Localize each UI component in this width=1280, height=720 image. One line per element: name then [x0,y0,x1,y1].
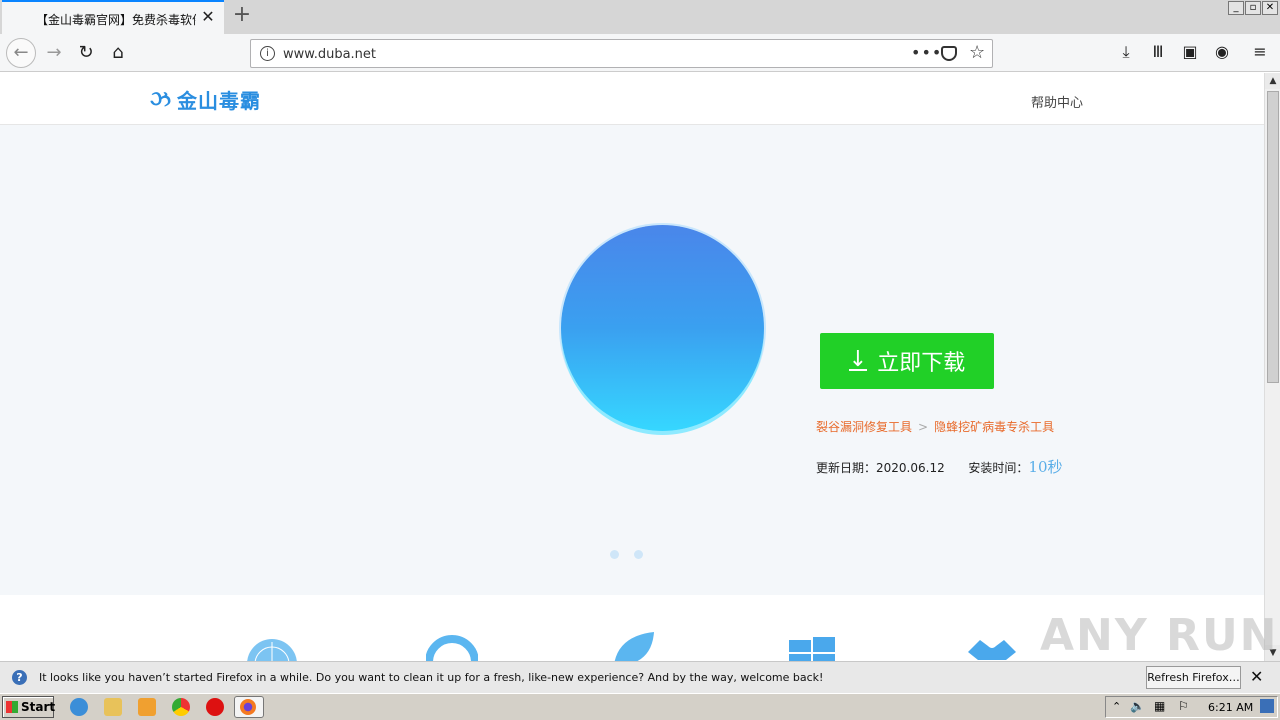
chrome-icon[interactable] [172,698,190,716]
downloads-icon[interactable]: ⤓ [1114,40,1138,64]
reload-button[interactable]: ↻ [72,39,100,67]
notification-bar: ? It looks like you haven’t started Fire… [0,661,1280,693]
tab-close-icon[interactable]: ✕ [200,9,216,25]
network-icon[interactable]: ▦ [1154,699,1165,713]
leaf-icon [614,632,654,661]
download-label: 立即下载 [877,351,966,376]
pocket-icon[interactable] [941,46,957,61]
hero-banner: ↓ 立即下载 裂谷漏洞修复工具 > 隐蜂挖矿病毒专杀工具 更新日期：2020.06.… [0,125,1264,595]
new-tab-button[interactable]: + [230,4,254,28]
nav-bar: ← → ↻ ⌂ i www.duba.net ••• ☆ ⤓ Ⅲ ▣ ◉ ≡ [0,34,1280,72]
site-header: ઝ 金山毒霸 帮助中心 [0,73,1264,125]
tool-link-2[interactable]: 隐蜂挖矿病毒专杀工具 [934,420,1054,434]
url-text[interactable]: www.duba.net [283,47,376,62]
minimize-button[interactable]: _ [1228,1,1244,15]
carousel-dot-2[interactable] [634,550,643,559]
back-button[interactable]: ← [6,38,36,68]
start-button[interactable]: Start [2,696,56,718]
update-date: 2020.06.12 [876,461,945,475]
tab-title: 【金山毒霸官网】免费杀毒软件|E [36,13,196,27]
start-label: Start [21,700,56,714]
carousel-dot-1[interactable] [610,550,619,559]
version-info: 更新日期：2020.06.12 安装时间：10秒 [816,456,1063,477]
question-icon: ? [12,670,27,685]
ie-icon[interactable] [70,698,88,716]
action-center-flag-icon[interactable]: ⚐ [1178,699,1189,713]
scroll-up-icon[interactable]: ▲ [1265,73,1280,89]
radar-icon [247,639,297,661]
notification-message: It looks like you haven’t started Firefo… [39,671,824,684]
link-separator: > [918,420,929,434]
product-orb-graphic [561,225,764,431]
windows-icon [789,637,835,661]
tool-link-1[interactable]: 裂谷漏洞修复工具 [816,420,912,434]
page-actions-button[interactable]: ••• [911,43,942,62]
show-desktop-icon[interactable] [1260,699,1274,713]
sidebar-icon[interactable]: ▣ [1178,40,1202,64]
windows-flag-icon [6,701,18,713]
library-icon[interactable]: Ⅲ [1146,40,1170,64]
tab-strip: 【金山毒霸官网】免费杀毒软件|E ✕ + _ ▫ ✕ [0,0,1280,34]
page-scrollbar[interactable]: ▲ ▼ [1264,73,1280,661]
url-bar[interactable]: i www.duba.net ••• ☆ [250,39,993,68]
site-logo[interactable]: ઝ 金山毒霸 [150,85,261,113]
forward-button[interactable]: → [40,39,68,67]
bookmark-star-icon[interactable]: ☆ [969,42,985,63]
tool-links: 裂谷漏洞修复工具 > 隐蜂挖矿病毒专杀工具 [816,418,1054,435]
firefox-icon [240,699,256,715]
clock[interactable]: 6:21 AM [1208,701,1253,714]
tray-expand-icon[interactable]: ⌃ [1112,700,1121,713]
install-label: 安装时间： [968,461,1029,475]
refresh-firefox-button[interactable]: Refresh Firefox… [1146,666,1241,689]
taskbar: Start ⌃ 🔈 ▦ ⚐ 6:21 AM [0,693,1280,720]
notification-close-icon[interactable]: ✕ [1250,667,1263,686]
scroll-thumb[interactable] [1267,91,1279,383]
logo-text: 金山毒霸 [177,88,261,113]
restore-button[interactable]: ▫ [1245,1,1261,15]
home-button[interactable]: ⌂ [104,39,132,67]
opera-icon[interactable] [206,698,224,716]
download-arrow-icon: ↓ [848,347,868,372]
update-label: 更新日期： [816,461,877,475]
help-center-link[interactable]: 帮助中心 [1031,92,1083,111]
page-viewport: ઝ 金山毒霸 帮助中心 ↓ 立即下载 裂谷漏洞修复工具 > 隐蜂挖矿病毒专杀工具 更… [0,73,1264,661]
install-time: 10秒 [1028,458,1063,476]
tab-active[interactable]: 【金山毒霸官网】免费杀毒软件|E ✕ [2,0,224,34]
close-window-button[interactable]: ✕ [1262,1,1278,15]
shirt-icon [968,640,1016,660]
site-info-icon[interactable]: i [260,46,275,61]
account-icon[interactable]: ◉ [1210,40,1234,64]
ring-icon [426,635,478,661]
download-button[interactable]: ↓ 立即下载 [820,333,994,389]
watermark: ANY RUN [1040,610,1279,661]
media-player-icon[interactable] [138,698,156,716]
logo-mark-icon: ઝ [150,86,171,112]
explorer-icon[interactable] [104,698,122,716]
menu-icon[interactable]: ≡ [1248,40,1272,64]
volume-icon[interactable]: 🔈 [1130,699,1145,713]
